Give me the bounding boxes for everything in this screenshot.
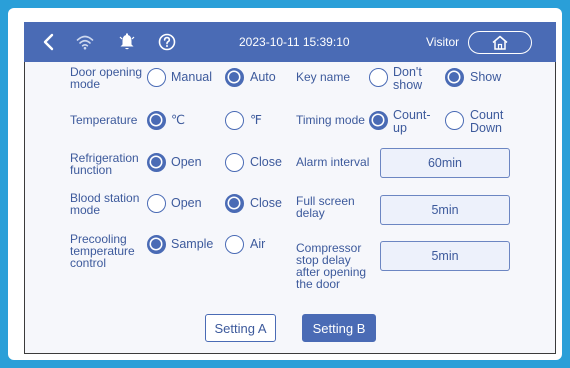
refrigeration-open-option: Open xyxy=(171,155,202,169)
home-button[interactable] xyxy=(468,31,532,54)
blood-station-mode-label: Blood station mode xyxy=(70,191,140,217)
refrigeration-close-radio[interactable] xyxy=(225,153,244,172)
key-name-dont-show-option: Don't show xyxy=(393,65,423,92)
key-name-dont-show-radio[interactable] xyxy=(369,68,388,87)
timing-mode-label: Timing mode xyxy=(296,113,365,127)
key-name-show-radio[interactable] xyxy=(445,68,464,87)
blood-station-close-option: Close xyxy=(250,196,282,210)
compressor-stop-delay-field[interactable]: 5min xyxy=(380,241,510,271)
door-mode-auto-option: Auto xyxy=(250,70,276,84)
key-name-show-option: Show xyxy=(470,70,502,84)
setting-b-button[interactable]: Setting B xyxy=(302,314,376,342)
temperature-label: Temperature xyxy=(70,113,138,127)
door-opening-mode-label: Door opening mode xyxy=(70,65,143,91)
setting-a-button[interactable]: Setting A xyxy=(205,314,276,342)
key-name-label: Key name xyxy=(296,70,351,84)
door-mode-manual-radio[interactable] xyxy=(147,68,166,87)
back-icon[interactable] xyxy=(38,22,58,62)
timing-mode-count-up-radio[interactable] xyxy=(369,111,388,130)
home-icon xyxy=(492,35,508,50)
user-label: Visitor xyxy=(426,35,460,49)
full-screen-delay-field[interactable]: 5min xyxy=(380,195,510,225)
help-icon[interactable] xyxy=(156,22,178,62)
compressor-stop-delay-label: Compressor stop delay after opening the … xyxy=(296,241,367,291)
datetime-display: 2023-10-11 15:39:10 xyxy=(239,35,350,49)
alarm-interval-field[interactable]: 60min xyxy=(380,148,510,178)
refrigeration-function-label: Refrigeration function xyxy=(70,151,139,177)
timing-mode-count-up-option: Count-up xyxy=(393,108,431,135)
timing-mode-count-down-option: Count Down xyxy=(470,108,504,135)
alarm-bell-icon[interactable] xyxy=(116,22,138,62)
timing-mode-count-down-radio[interactable] xyxy=(445,111,464,130)
door-mode-auto-radio[interactable] xyxy=(225,68,244,87)
precooling-sample-radio[interactable] xyxy=(147,235,166,254)
blood-station-open-option: Open xyxy=(171,196,202,210)
refrigeration-open-radio[interactable] xyxy=(147,153,166,172)
temperature-celsius-radio[interactable] xyxy=(147,111,166,130)
temperature-fahrenheit-radio[interactable] xyxy=(225,111,244,130)
refrigeration-close-option: Close xyxy=(250,155,282,169)
full-screen-delay-label: Full screen delay xyxy=(296,194,355,220)
precooling-temperature-control-label: Precooling temperature control xyxy=(70,232,135,270)
top-bar: 2023-10-11 15:39:10 Visitor xyxy=(24,22,556,62)
blood-station-open-radio[interactable] xyxy=(147,194,166,213)
alarm-interval-label: Alarm interval xyxy=(296,155,370,169)
precooling-sample-option: Sample xyxy=(171,237,214,251)
precooling-air-option: Air xyxy=(250,237,266,251)
blood-station-close-radio[interactable] xyxy=(225,194,244,213)
door-mode-manual-option: Manual xyxy=(171,70,212,84)
precooling-air-radio[interactable] xyxy=(225,235,244,254)
temperature-celsius-option: ℃ xyxy=(171,113,186,127)
temperature-fahrenheit-option: ℉ xyxy=(250,113,262,127)
wifi-icon xyxy=(74,22,96,62)
